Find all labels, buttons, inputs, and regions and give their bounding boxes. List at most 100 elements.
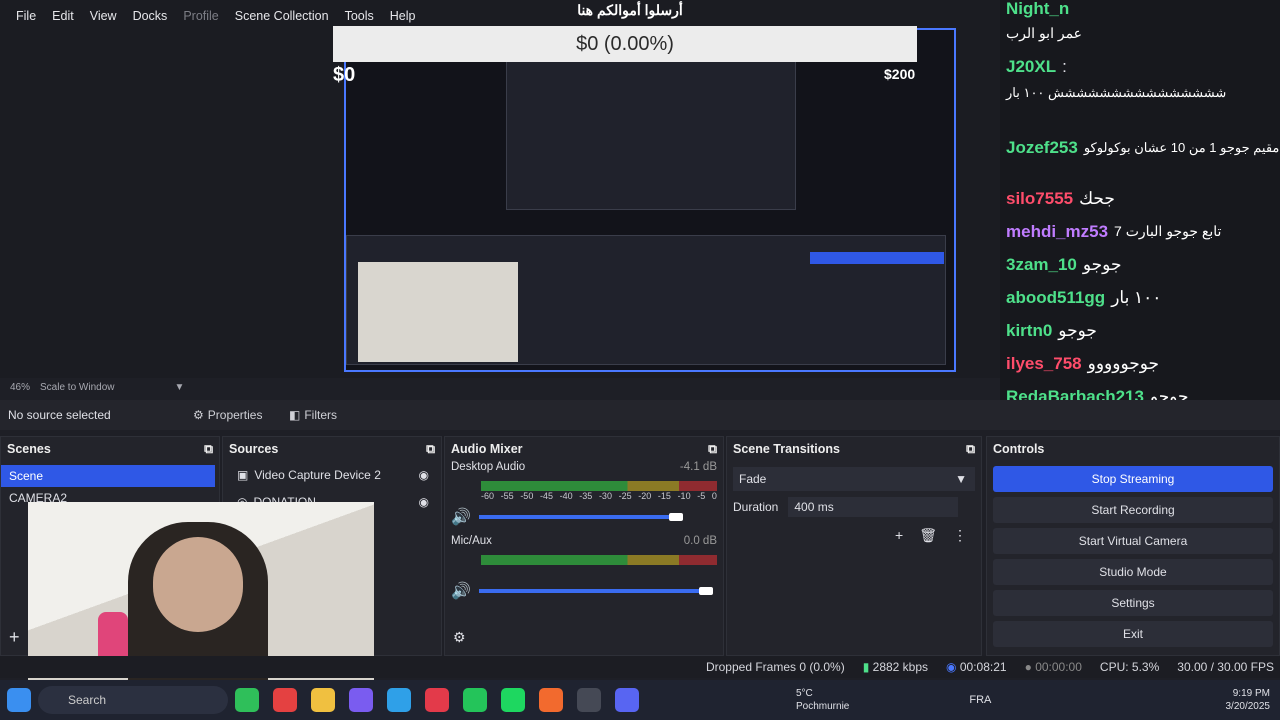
chat-line: mehdi_mz53 تابع جوجو البارت 7 [1006,215,1274,248]
chat-user: silo7555 [1006,189,1074,208]
chat-line: J20XL: [1006,50,1274,83]
dropped-frames: Dropped Frames 0 (0.0%) [705,660,845,674]
chat-overlay: Night_n عمر ابو الرب J20XL: شششششششششششش… [1000,0,1280,430]
chat-line: 3zam_10 جوجو [1006,248,1274,281]
filters-button[interactable]: ◧ Filters [289,408,337,422]
undock-icon[interactable]: ⧉ [204,437,213,461]
slider-handle[interactable] [699,587,713,595]
taskbar-search[interactable]: Search [38,686,228,714]
add-icon[interactable]: + [895,527,903,544]
volume-slider[interactable] [479,515,669,519]
chat-line: ilyes_758 جوجووووو [1006,347,1274,380]
chat-message: ششششششششششششششش ١٠٠ بار [1006,85,1227,100]
chevron-down-icon: ▼ [955,472,967,486]
eye-icon[interactable]: ◉ [419,495,429,509]
chat-message: جحك [1079,189,1115,208]
clock[interactable]: 9:19 PM 3/20/2025 [1226,687,1271,713]
fps: 30.00 / 30.00 FPS [1177,660,1274,674]
chat-user: mehdi_mz53 [1006,222,1109,241]
undock-icon[interactable]: ⧉ [426,437,435,461]
edge-icon[interactable] [387,688,411,712]
spotify-icon[interactable] [501,688,525,712]
signal-icon: ▮ [862,660,870,674]
slider-handle[interactable] [669,513,683,521]
transitions-header: Scene Transitions ⧉ [727,437,981,461]
transition-type: Fade [739,472,767,486]
clock-date: 3/20/2025 [1225,701,1271,712]
menu-edit[interactable]: Edit [44,0,82,33]
app-icon[interactable] [349,688,373,712]
stop-streaming-button[interactable]: Stop Streaming [993,466,1273,492]
chat-user: 3zam_10 [1006,255,1077,274]
bitrate: ▮ 2882 kbps [862,660,929,674]
gear-icon: ⚙ [193,408,204,422]
donation-left-amount: $0 [333,64,356,86]
mixer-channel: Desktop Audio -4.1 dB -60 -55 -50 -45 -40 -35-… [445,461,723,527]
add-scene-icon[interactable]: + [9,627,20,648]
cpu-usage: CPU: 5.3% [1099,660,1160,674]
chat-line: silo7555 جحك [1006,182,1274,215]
app-icon[interactable] [425,688,449,712]
transition-select[interactable]: Fade ▼ [733,467,975,491]
scale-select[interactable]: Scale to Window [40,382,114,393]
eye-icon[interactable]: ◉ [419,468,429,482]
studio-mode-button[interactable]: Studio Mode [993,559,1273,585]
chevron-down-icon[interactable]: ▼ [175,382,185,393]
speaker-icon[interactable]: 🔊 [451,581,479,601]
windows-start-icon[interactable] [7,688,31,712]
undock-icon[interactable]: ⧉ [966,437,975,461]
properties-button[interactable]: ⚙ Properties [193,408,289,422]
nested-webcam [358,262,518,362]
source-item[interactable]: ▣ Video Capture Device 2 ◉ [223,461,441,488]
chat-line: ششششششششششششششش ١٠٠ بار [1006,83,1274,123]
scene-item[interactable]: Scene [1,465,215,487]
settings-button[interactable]: Settings [993,590,1273,616]
audio-mixer-dock: Audio Mixer ⧉ Desktop Audio -4.1 dB -60 -55… [444,436,724,656]
menu-profile[interactable]: Profile [175,0,226,33]
chat-user: J20XL [1006,57,1057,76]
chat-message: جوجو [1082,255,1122,274]
donation-goal-bar: $0 (0.00%) [333,26,917,62]
trash-icon[interactable]: 🗑 [919,527,937,544]
duration-row: Duration 400 ms [727,497,981,517]
mixer-channel: Mic/Aux 0.0 dB 🔊 [445,527,723,601]
transitions-title: Scene Transitions [733,442,840,456]
undock-icon[interactable]: ⧉ [708,437,717,461]
duration-input[interactable]: 400 ms [788,497,959,517]
chat-message: جوجووووو [1087,354,1160,373]
menu-view[interactable]: View [82,0,125,33]
speaker-icon[interactable]: 🔊 [451,507,479,527]
app-icon[interactable] [235,688,259,712]
folder-icon[interactable] [311,688,335,712]
chat-user: Jozef253 [1006,138,1078,157]
chat-message: جوجو [1058,321,1097,340]
properties-label: Properties [207,408,263,422]
source-toolbar: No source selected ⚙ Properties ◧ Filters [0,400,1280,430]
menu-file[interactable]: File [8,0,44,33]
menu-scene-collection[interactable]: Scene Collection [227,0,337,33]
exit-button[interactable]: Exit [993,621,1273,647]
status-bar: Dropped Frames 0 (0.0%) ▮ 2882 kbps ◉ 00… [0,656,1280,678]
donation-title: أرسلوا أموالكم هنا [577,2,683,18]
chat-line: abood511gg ١٠٠ بار [1006,281,1274,314]
obs-icon[interactable] [577,688,601,712]
brave-icon[interactable] [539,688,563,712]
camera-icon: ▣ [237,467,249,482]
language-indicator[interactable]: FRA [969,694,991,706]
mixer-settings-icon[interactable]: ⚙ [453,629,466,646]
weather-widget[interactable]: 5°C Pochmurnie [796,687,849,713]
discord-icon[interactable] [615,688,639,712]
start-virtual-camera-button[interactable]: Start Virtual Camera [993,528,1273,554]
more-icon[interactable]: ⋮ [953,527,967,544]
start-recording-button[interactable]: Start Recording [993,497,1273,523]
preview-canvas[interactable] [344,28,956,372]
app-icon[interactable] [463,688,487,712]
controls-header: Controls [987,437,1279,461]
streamer-face [153,537,243,632]
volume-slider[interactable] [479,589,699,593]
menu-docks[interactable]: Docks [125,0,176,33]
rec-time: ● 00:00:00 [1024,660,1082,674]
mixer-header: Audio Mixer ⧉ [445,437,723,461]
app-icon[interactable] [273,688,297,712]
preview-footer: 46% Scale to Window ▼ [0,378,1000,396]
